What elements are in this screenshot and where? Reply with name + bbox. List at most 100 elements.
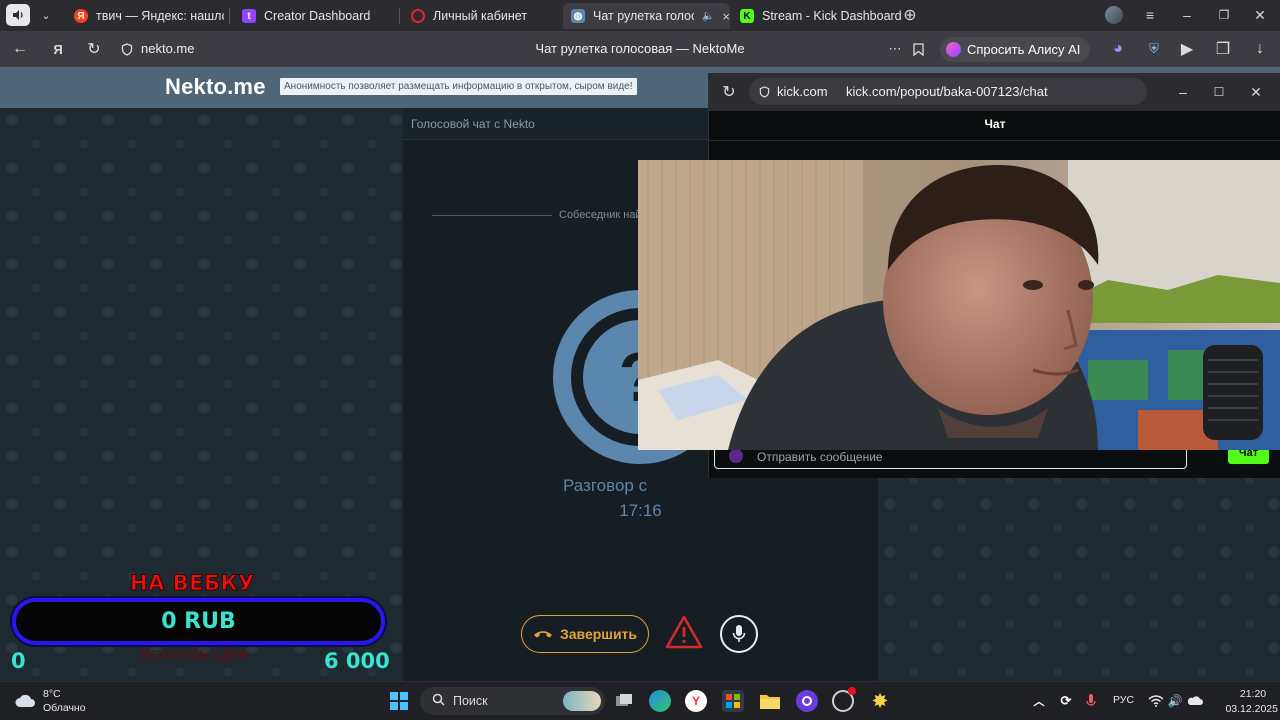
popout-url[interactable]: kick.com/popout/baka-007123/chat [846, 84, 1048, 99]
popout-chat-title: Чат [984, 117, 1006, 131]
tab-label: Creator Dashboard [264, 9, 371, 23]
popout-title-bar: ↻ kick.com kick.com/popout/baka-007123/c… [709, 73, 1280, 111]
profile-avatar-icon[interactable] [1100, 4, 1128, 26]
obs-studio-icon[interactable] [832, 687, 856, 712]
edge-browser-icon[interactable] [649, 690, 671, 712]
minimize-icon[interactable]: – [1173, 4, 1201, 26]
tab-creator-dashboard[interactable]: t Creator Dashboard [234, 3, 394, 29]
speaker-icon[interactable] [6, 4, 30, 26]
input-language[interactable]: РУС [1113, 694, 1134, 706]
ask-alisa-label: Спросить Алису AI [967, 42, 1081, 57]
microphone-button[interactable] [720, 615, 758, 653]
tab-label: твич — Яндекс: нашлось [96, 9, 224, 23]
donation-goal-bar: 0 RUB [12, 598, 385, 645]
webcam-image [638, 160, 1280, 450]
chat-input-placeholder: Отправить сообщение [757, 450, 883, 464]
restore-icon[interactable]: ❐ [1210, 4, 1238, 26]
twitch-icon: t [242, 9, 256, 23]
tab-close-icon[interactable]: × [722, 9, 730, 24]
partner-found-text: Собеседник най [559, 209, 642, 221]
donation-goal-subtitle: ОСТАЛОСЬ 2 ДНЯ [140, 648, 248, 662]
search-highlight-image [563, 691, 601, 711]
conversation-timer: 17:16 [619, 501, 662, 520]
ask-alisa-button[interactable]: Спросить Алису AI [940, 37, 1091, 62]
volume-icon[interactable]: 🔊 [1164, 690, 1186, 712]
site-logo[interactable]: Nekto.me [165, 74, 266, 100]
popout-maximize-icon[interactable]: ☐ [1205, 81, 1233, 103]
battery-icon[interactable] [1185, 690, 1207, 712]
microphone-icon [732, 625, 746, 642]
site-info-shield-icon[interactable] [115, 38, 139, 60]
reload-icon[interactable]: ↻ [82, 38, 106, 60]
alisa-icon [946, 42, 961, 57]
close-window-icon[interactable]: ✕ [1246, 4, 1274, 26]
tab-audio-icon[interactable]: 🔈 [702, 11, 714, 22]
tab-label: Stream - Kick Dashboard [762, 9, 902, 23]
voice-chat-title: Голосовой чат с Nekto [411, 117, 535, 131]
extension-shield-icon[interactable]: ⛨ [1142, 38, 1166, 60]
donation-goal-max: 6 000 [324, 649, 390, 673]
show-hidden-icons-chevron[interactable]: ︿ [1028, 690, 1050, 712]
address-bar: ← Я ↻ nekto.me Чат рулетка голосовая — N… [0, 31, 1280, 67]
weather-description[interactable]: Облачно [43, 702, 86, 714]
popout-close-icon[interactable]: ✕ [1242, 81, 1270, 103]
alisa-app-icon[interactable] [796, 690, 818, 712]
back-arrow-icon[interactable]: ← [8, 38, 32, 60]
task-view-icon[interactable] [613, 690, 635, 712]
nekto-icon: ◍ [571, 9, 585, 23]
sync-icon[interactable]: ⟳ [1055, 690, 1077, 712]
bookmark-icon[interactable] [906, 38, 930, 60]
tab-yandex-search[interactable]: Я твич — Яндекс: нашлось [66, 3, 224, 29]
end-call-button[interactable]: Завершить [521, 615, 649, 653]
clock-time[interactable]: 21:20 [1230, 688, 1276, 700]
hang-up-icon [533, 631, 552, 638]
notification-badge [848, 687, 856, 695]
emote-icon[interactable] [729, 449, 743, 463]
yandex-home-icon[interactable]: Я [46, 38, 70, 60]
weather-cloud-icon[interactable] [14, 690, 36, 712]
url-text[interactable]: nekto.me [141, 41, 194, 56]
site-tagline: Анонимность позволяет размещать информац… [280, 78, 637, 95]
windows-start-icon[interactable] [388, 690, 410, 712]
burst-app-icon[interactable]: ✸ [869, 690, 891, 712]
new-tab-button[interactable]: ⊕ [898, 5, 922, 25]
popout-divider [709, 140, 1280, 141]
tabs-dropdown-icon[interactable]: ⌄ [32, 4, 60, 26]
conversation-status: Разговор с [563, 476, 648, 495]
extension-discord-icon[interactable]: ◕ [1106, 38, 1130, 60]
collections-icon[interactable]: ❒ [1211, 38, 1235, 60]
end-call-label: Завершить [559, 626, 638, 642]
microphone-tray-icon[interactable] [1080, 690, 1102, 712]
kick-icon: K [740, 9, 754, 23]
popout-minimize-icon[interactable]: – [1169, 81, 1197, 103]
menu-icon[interactable]: ≡ [1136, 4, 1164, 26]
warning-icon [665, 615, 703, 649]
report-button[interactable] [664, 614, 704, 652]
popout-domain: kick.com [777, 84, 828, 99]
weather-temperature[interactable]: 8°C [43, 688, 61, 700]
donation-goal-min: 0 [11, 649, 26, 673]
donation-goal-title: НА ВЕБКУ [130, 571, 255, 596]
yandex-browser-icon[interactable]: Y [685, 690, 707, 712]
tab-kick-dashboard[interactable]: K Stream - Kick Dashboard [732, 3, 902, 29]
downloads-icon[interactable]: ↓ [1248, 38, 1272, 60]
popout-shield-icon[interactable] [752, 81, 776, 103]
divider-line [432, 215, 552, 216]
browser-tab-bar: ⌄ Я твич — Яндекс: нашлось t Creator Das… [0, 0, 1280, 31]
microsoft-store-icon[interactable] [722, 690, 744, 712]
background-pattern-left [0, 108, 403, 681]
taskbar-search-box[interactable]: Поиск [420, 687, 605, 715]
file-explorer-icon[interactable] [759, 690, 781, 712]
tab-label: Личный кабинет [433, 9, 528, 23]
opera-ring-icon [411, 9, 425, 23]
tab-nekto-chat[interactable]: ◍ Чат рулетка голосова 🔈 × [563, 3, 730, 29]
extension-media-icon[interactable]: ▶ [1175, 38, 1199, 60]
more-options-icon[interactable]: ⋯ [883, 38, 907, 60]
taskbar-search-label: Поиск [453, 694, 488, 708]
tab-label: Чат рулетка голосова [593, 9, 694, 23]
tab-personal-account[interactable]: Личный кабинет [403, 3, 561, 29]
tab-divider [399, 8, 400, 24]
page-title: Чат рулетка голосовая — NektoMe [535, 41, 745, 56]
clock-date[interactable]: 03.12.2025 [1212, 703, 1278, 715]
popout-reload-icon[interactable]: ↻ [717, 81, 741, 103]
